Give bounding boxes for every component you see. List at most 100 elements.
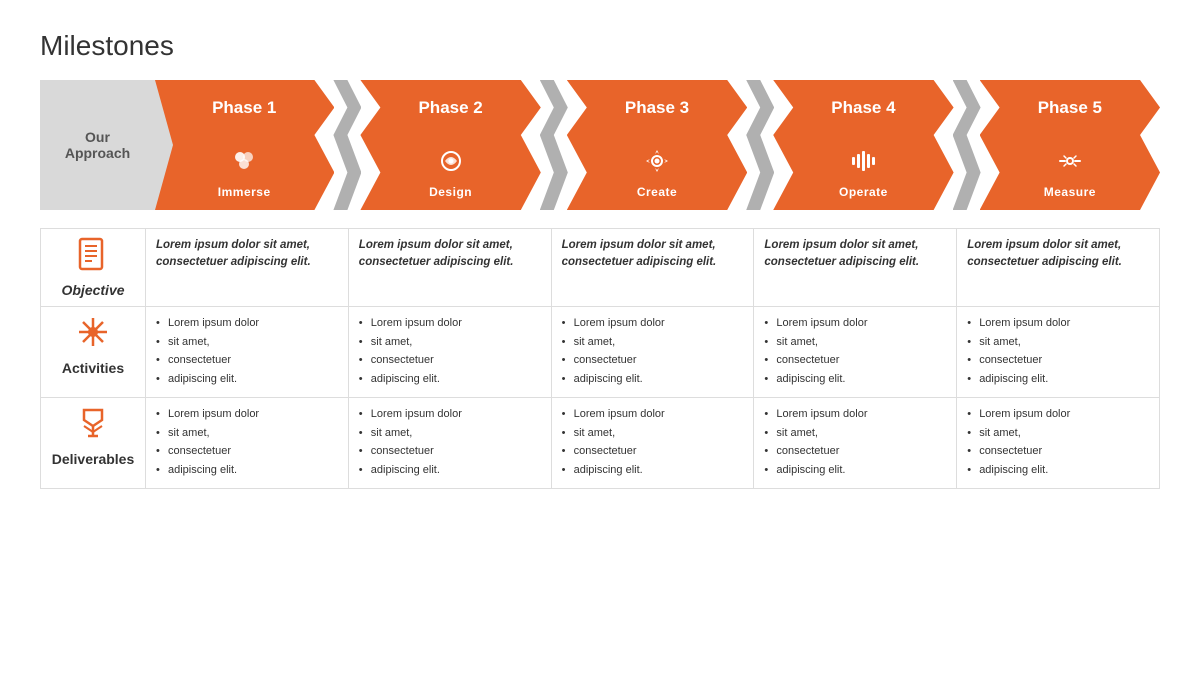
list-item: adipiscing elit. — [359, 462, 541, 479]
list-item: consectetuer — [156, 352, 338, 369]
deliverables-list-3: Lorem ipsum dolor sit amet, consectetuer… — [562, 406, 744, 478]
deliverables-phase1: Lorem ipsum dolor sit amet, consectetuer… — [146, 398, 349, 489]
activities-header: Activities — [41, 307, 146, 398]
list-item: Lorem ipsum dolor — [764, 406, 946, 423]
activities-phase1: Lorem ipsum dolor sit amet, consectetuer… — [146, 307, 349, 398]
phase-5-name: Measure — [1044, 185, 1096, 199]
activities-label: Activities — [62, 360, 124, 376]
phase-3-bottom: Create — [567, 135, 747, 210]
list-item: consectetuer — [967, 443, 1149, 460]
phase-2: Phase 2 Design — [360, 80, 540, 210]
activities-phase5: Lorem ipsum dolor sit amet, consectetuer… — [957, 307, 1160, 398]
objective-row: Objective Lorem ipsum dolor sit amet, co… — [41, 229, 1160, 307]
gap-3 — [746, 80, 774, 210]
phase-1-icon — [230, 147, 258, 181]
phase-3-icon — [643, 147, 671, 181]
activities-list-3: Lorem ipsum dolor sit amet, consectetuer… — [562, 315, 744, 387]
content-table: Objective Lorem ipsum dolor sit amet, co… — [40, 228, 1160, 489]
phase-4-bottom: Operate — [773, 135, 953, 210]
deliverables-header-content: Deliverables — [51, 406, 135, 467]
phase-4: Phase 4 Operate — [773, 80, 953, 210]
objective-icon — [76, 237, 110, 278]
activities-row: Activities Lorem ipsum dolor sit amet, c… — [41, 307, 1160, 398]
list-item: adipiscing elit. — [967, 462, 1149, 479]
page-title: Milestones — [40, 30, 1160, 62]
objective-phase5: Lorem ipsum dolor sit amet, consectetuer… — [957, 229, 1160, 307]
list-item: sit amet, — [359, 425, 541, 442]
phase-5: Phase 5 Measure — [980, 80, 1160, 210]
activities-phase2: Lorem ipsum dolor sit amet, consectetuer… — [348, 307, 551, 398]
list-item: consectetuer — [359, 443, 541, 460]
objective-phase3: Lorem ipsum dolor sit amet, consectetuer… — [551, 229, 754, 307]
phase-2-label: Phase 2 — [360, 80, 540, 135]
list-item: adipiscing elit. — [359, 371, 541, 388]
list-item: consectetuer — [359, 352, 541, 369]
activities-phase4: Lorem ipsum dolor sit amet, consectetuer… — [754, 307, 957, 398]
activities-list-1: Lorem ipsum dolor sit amet, consectetuer… — [156, 315, 338, 387]
activities-list-2: Lorem ipsum dolor sit amet, consectetuer… — [359, 315, 541, 387]
phase-5-bottom: Measure — [980, 135, 1160, 210]
list-item: Lorem ipsum dolor — [562, 315, 744, 332]
list-item: adipiscing elit. — [562, 462, 744, 479]
list-item: Lorem ipsum dolor — [967, 315, 1149, 332]
list-item: consectetuer — [562, 352, 744, 369]
gap-2 — [540, 80, 568, 210]
deliverables-header: Deliverables — [41, 398, 146, 489]
list-item: sit amet, — [967, 425, 1149, 442]
list-item: sit amet, — [764, 334, 946, 351]
list-item: Lorem ipsum dolor — [562, 406, 744, 423]
list-item: sit amet, — [359, 334, 541, 351]
objective-label: Objective — [61, 282, 124, 298]
list-item: Lorem ipsum dolor — [156, 315, 338, 332]
list-item: consectetuer — [764, 443, 946, 460]
gap-1 — [333, 80, 361, 210]
phase-5-label: Phase 5 — [980, 80, 1160, 135]
phase-3-label: Phase 3 — [567, 80, 747, 135]
objective-phase1: Lorem ipsum dolor sit amet, consectetuer… — [146, 229, 349, 307]
phase-4-label: Phase 4 — [773, 80, 953, 135]
objective-p4: Lorem ipsum dolor sit amet, consectetuer… — [764, 237, 946, 272]
list-item: sit amet, — [562, 334, 744, 351]
activities-header-content: Activities — [51, 315, 135, 376]
list-item: sit amet, — [156, 334, 338, 351]
activities-icon — [76, 315, 110, 356]
list-item: adipiscing elit. — [156, 371, 338, 388]
phase-3-name: Create — [637, 185, 677, 199]
deliverables-list-2: Lorem ipsum dolor sit amet, consectetuer… — [359, 406, 541, 478]
objective-phase2: Lorem ipsum dolor sit amet, consectetuer… — [348, 229, 551, 307]
activities-list-4: Lorem ipsum dolor sit amet, consectetuer… — [764, 315, 946, 387]
deliverables-phase2: Lorem ipsum dolor sit amet, consectetuer… — [348, 398, 551, 489]
list-item: adipiscing elit. — [156, 462, 338, 479]
list-item: Lorem ipsum dolor — [764, 315, 946, 332]
phase-1: Phase 1 Immerse — [154, 80, 334, 210]
deliverables-list-1: Lorem ipsum dolor sit amet, consectetuer… — [156, 406, 338, 478]
objective-p2: Lorem ipsum dolor sit amet, consectetuer… — [359, 237, 541, 272]
deliverables-row: Deliverables Lorem ipsum dolor sit amet,… — [41, 398, 1160, 489]
objective-p1: Lorem ipsum dolor sit amet, consectetuer… — [156, 237, 338, 272]
list-item: sit amet, — [967, 334, 1149, 351]
list-item: sit amet, — [562, 425, 744, 442]
list-item: consectetuer — [562, 443, 744, 460]
list-item: consectetuer — [967, 352, 1149, 369]
list-item: consectetuer — [764, 352, 946, 369]
deliverables-label: Deliverables — [52, 451, 135, 467]
deliverables-icon — [76, 406, 110, 447]
deliverables-list-4: Lorem ipsum dolor sit amet, consectetuer… — [764, 406, 946, 478]
phase-5-icon — [1056, 147, 1084, 181]
list-item: sit amet, — [764, 425, 946, 442]
our-approach-label: OurApproach — [40, 80, 155, 210]
deliverables-phase5: Lorem ipsum dolor sit amet, consectetuer… — [957, 398, 1160, 489]
phase-2-bottom: Design — [360, 135, 540, 210]
objective-header-content: Objective — [51, 237, 135, 298]
list-item: Lorem ipsum dolor — [359, 315, 541, 332]
list-item: adipiscing elit. — [764, 371, 946, 388]
phase-3: Phase 3 Create — [567, 80, 747, 210]
list-item: sit amet, — [156, 425, 338, 442]
objective-header: Objective — [41, 229, 146, 307]
list-item: Lorem ipsum dolor — [156, 406, 338, 423]
list-item: adipiscing elit. — [967, 371, 1149, 388]
phase-2-icon — [437, 147, 465, 181]
gap-4 — [953, 80, 981, 210]
phase-2-name: Design — [429, 185, 472, 199]
phases-container: OurApproach Phase 1 Immerse Phase 2 — [40, 80, 1160, 210]
